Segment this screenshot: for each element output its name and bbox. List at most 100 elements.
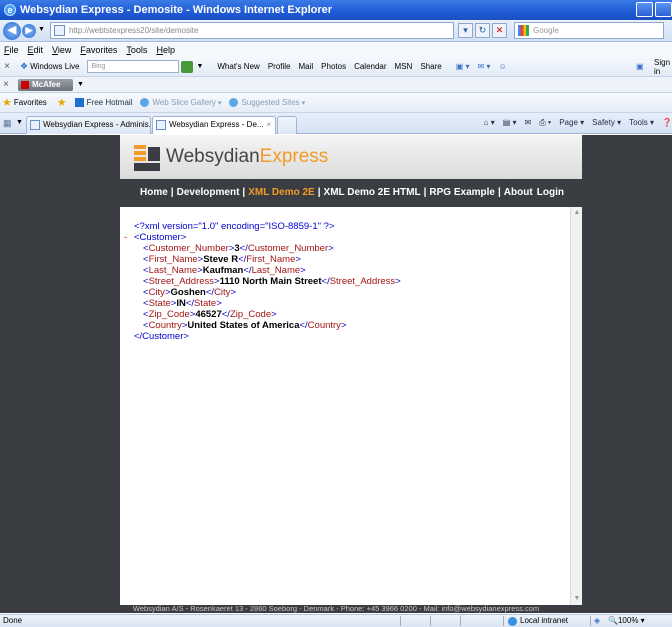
close-toolbar-icon[interactable]: ×	[0, 61, 14, 72]
nav-development[interactable]: Development	[177, 187, 240, 198]
fav-web-slice-gallery[interactable]: Web Slice Gallery ▾	[140, 98, 221, 107]
nav-xml-demo-2e-html[interactable]: XML Demo 2E HTML	[324, 187, 421, 198]
safety-menu[interactable]: Safety ▾	[592, 118, 621, 128]
xml-value: Goshen	[170, 287, 206, 298]
quick-tabs-icon[interactable]: ▦	[3, 118, 12, 129]
websydian-logo-icon	[134, 145, 160, 171]
nav-home[interactable]: Home	[140, 187, 168, 198]
photo-share-icon[interactable]: ▣ ▾	[456, 62, 470, 71]
xml-tag-name: Zip_Code	[148, 309, 190, 320]
windows-live-brand[interactable]: Windows Live	[30, 62, 79, 71]
mail-icon[interactable]: ✉ ▾	[477, 62, 490, 71]
search-options-dropdown[interactable]: ▼	[196, 63, 203, 70]
xml-viewer: <?xml version="1.0" encoding="ISO-8859-1…	[120, 207, 570, 605]
sign-in-icon[interactable]: ▣	[636, 62, 644, 71]
xml-bracket: >	[328, 243, 334, 254]
protected-mode-icon[interactable]: ◈	[594, 615, 600, 627]
menu-view[interactable]: View	[52, 45, 71, 55]
xml-field-state: <State>IN</State>	[134, 298, 570, 309]
menu-file[interactable]: File	[4, 45, 19, 55]
stop-icon[interactable]: ✕	[492, 23, 507, 38]
xml-bracket: >	[271, 309, 277, 320]
print-icon[interactable]: ⎙ ▾	[539, 118, 551, 128]
xml-tag-name: State	[194, 298, 217, 309]
zoom-level[interactable]: 🔍100% ▾	[608, 615, 645, 627]
page-menu[interactable]: Page ▾	[559, 118, 584, 128]
intranet-icon	[508, 616, 517, 626]
live-link-whats-new[interactable]: What's New	[217, 62, 259, 71]
mcafee-toolbar: × McAfee ▼	[0, 77, 672, 93]
close-tab-icon[interactable]: ×	[266, 117, 271, 133]
mcafee-dropdown[interactable]: ▼	[77, 81, 84, 88]
xml-field-street-address: <Street_Address>1110 North Main Street</…	[134, 276, 570, 287]
menu-edit[interactable]: Edit	[28, 45, 44, 55]
new-tab-button[interactable]	[277, 116, 297, 134]
tab-list-dropdown[interactable]: ▼	[16, 119, 23, 126]
status-bar: Done Local intranet ◈ 🔍100% ▾	[0, 614, 672, 627]
forward-button[interactable]: ▶	[22, 24, 36, 38]
menu-tools[interactable]: Tools	[126, 45, 147, 55]
maximize-button[interactable]	[655, 2, 672, 17]
live-link-mail[interactable]: Mail	[299, 62, 314, 71]
scroll-down-icon[interactable]: ▼	[572, 594, 582, 604]
read-mail-icon[interactable]: ✉	[525, 118, 532, 128]
tools-menu[interactable]: Tools ▾	[629, 118, 654, 128]
refresh-icon[interactable]: ↻	[475, 23, 490, 38]
live-link-photos[interactable]: Photos	[321, 62, 346, 71]
address-dropdown-button[interactable]: ▾	[458, 23, 473, 38]
minimize-button[interactable]	[636, 2, 653, 17]
xml-value: Steve R	[203, 254, 239, 265]
favorites-bar: ★ Favorites ★ Free Hotmail Web Slice Gal…	[0, 93, 672, 113]
site-header: WebsydianExpress	[120, 135, 582, 179]
site-logo-text[interactable]: WebsydianExpress	[166, 146, 328, 168]
back-button[interactable]: ◀	[3, 22, 21, 40]
address-input[interactable]: http://webtstexpress20/site/demosite	[50, 22, 454, 39]
close-mcafee-icon[interactable]: ×	[0, 79, 12, 90]
page-icon	[30, 120, 40, 130]
menu-bar: File Edit View Favorites Tools Help	[0, 43, 672, 57]
fav-suggested-sites[interactable]: Suggested Sites ▾	[229, 98, 305, 107]
tab-demosite[interactable]: Websydian Express - De... ×	[152, 116, 276, 134]
add-favorites-icon[interactable]: ★	[57, 96, 67, 109]
xml-field-last-name: <Last_Name>Kaufman</Last_Name>	[134, 265, 570, 276]
live-link-msn[interactable]: MSN	[395, 62, 413, 71]
collapse-toggle[interactable]: -	[124, 232, 134, 243]
page-icon	[156, 120, 166, 130]
live-link-calendar[interactable]: Calendar	[354, 62, 386, 71]
favorites-button[interactable]: Favorites	[14, 98, 47, 107]
recent-pages-dropdown[interactable]: ▼	[38, 26, 45, 33]
status-text: Done	[3, 616, 23, 625]
xml-bracket: </	[299, 320, 308, 331]
messenger-icon[interactable]: ☺	[498, 62, 506, 71]
windows-live-toolbar: × ❖ Windows Live Bing ▼ What's New Profi…	[0, 57, 672, 77]
xml-tag-name: First_Name	[148, 254, 198, 265]
nav-rpg-example[interactable]: RPG Example	[429, 187, 495, 198]
window-title: Websydian Express - Demosite - Windows I…	[20, 4, 333, 16]
home-icon[interactable]: ⌂ ▾	[484, 118, 495, 128]
tab-admin[interactable]: Websydian Express - Adminis...	[26, 116, 151, 134]
help-icon[interactable]: ❓	[662, 118, 672, 128]
xml-field-zip-code: <Zip_Code>46527</Zip_Code>	[134, 309, 570, 320]
mcafee-button[interactable]: McAfee	[18, 78, 73, 91]
feeds-icon[interactable]: ▤ ▾	[503, 118, 517, 128]
ie-logo-icon: e	[4, 4, 16, 16]
ie-page-icon	[140, 98, 150, 107]
sign-in-link[interactable]: Sign in	[654, 58, 672, 76]
nav-about[interactable]: About	[504, 187, 533, 198]
menu-favorites[interactable]: Favorites	[80, 45, 117, 55]
live-links: What's New Profile Mail Photos Calendar …	[217, 62, 441, 71]
xml-value: 46527	[195, 309, 222, 320]
live-link-profile[interactable]: Profile	[268, 62, 291, 71]
menu-help[interactable]: Help	[156, 45, 175, 55]
fav-free-hotmail[interactable]: Free Hotmail	[74, 98, 132, 107]
security-zone[interactable]: Local intranet	[508, 615, 568, 627]
xml-scrollbar[interactable]: ▲ ▼	[570, 207, 582, 605]
scroll-up-icon[interactable]: ▲	[572, 208, 582, 218]
bing-search-input[interactable]: Bing	[87, 60, 180, 73]
live-link-share[interactable]: Share	[420, 62, 441, 71]
login-link[interactable]: Login	[537, 179, 564, 207]
nav-xml-demo-2e[interactable]: XML Demo 2E	[248, 187, 315, 198]
search-input[interactable]: Google	[514, 22, 664, 39]
search-go-icon[interactable]	[181, 60, 194, 73]
page-icon	[54, 25, 65, 36]
